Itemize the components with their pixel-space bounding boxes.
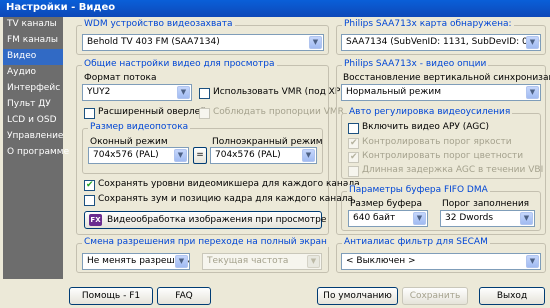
sidebar-item-fm-channels[interactable]: FM каналы [3,33,63,49]
fullscreen-mode-label: Полноэкранный режим [212,137,323,147]
card-select[interactable]: SAA7134 (SubVenID: 1131, SubDevID: 0000)… [341,34,541,51]
agc-enable-checkbox[interactable] [348,123,359,134]
fullscreen-mode-select[interactable]: 704x576 (PAL) ▼ [210,147,317,164]
save-mixer-label: Сохранять уровни видеомикшера для каждог… [98,179,360,189]
window-mode-label: Оконный режим [90,137,168,147]
chevron-down-icon: ▼ [526,86,539,99]
sidebar-item-about[interactable]: О программе [3,145,69,161]
video-processing-label: Видеообработка изображения при просмотре [107,215,327,225]
vsync-value: Нормальный режим [346,87,442,97]
wdm-group-title: WDM устройство видеозахвата [82,19,235,29]
video-processing-icon: FX [89,214,102,226]
extended-overlay-checkbox[interactable] [84,108,95,119]
vbi-delay-label: Длинная задержка AGC в течении VBI [362,165,544,175]
sidebar: TV каналы FM каналы Видео Аудио Интерфей… [3,17,69,279]
equal-sizes-button[interactable]: = [193,147,207,164]
fifo-title: Параметры буфера FIFO DMA [347,185,490,195]
vsync-label: Восстановление вертикальной синхронизаци… [343,73,550,83]
wdm-device-select[interactable]: Behold TV 403 FM (SAA7134) ▼ [82,34,324,51]
stream-format-select[interactable]: YUY2 ▼ [82,84,192,101]
default-button[interactable]: По умолчанию [317,287,398,305]
sidebar-item-remote[interactable]: Пульт ДУ [3,97,63,113]
sidebar-item-video[interactable]: Видео [3,49,63,65]
help-button[interactable]: Помощь - F1 [69,287,153,305]
refresh-rate-value: Текущая частота [207,256,289,266]
chevron-down-icon: ▼ [307,255,320,268]
stream-format-value: YUY2 [87,87,111,97]
chevron-down-icon: ▼ [526,255,539,268]
card-title: Philips SAA713x карта обнаружена: [342,19,514,29]
save-zoom-label: Сохранять зум и позицию кадра для каждог… [98,194,353,204]
vmr-aspect-checkbox[interactable] [199,108,210,119]
brightness-threshold-checkbox[interactable]: ✔ [348,138,359,149]
chevron-down-icon: ▼ [174,149,187,162]
sidebar-item-interface[interactable]: Интерфейс [3,81,63,97]
secam-filter-select[interactable]: < Выключен > ▼ [341,253,541,270]
agc-enable-label: Включить видео АРУ (AGC) [362,122,490,132]
window-mode-select[interactable]: 704x576 (PAL) ▼ [88,147,189,164]
stream-format-label: Формат потока [84,73,157,83]
chevron-down-icon: ▼ [175,255,188,268]
secam-title: Антиалиас фильтр для SECAM [342,237,490,247]
chevron-down-icon: ▼ [302,149,315,162]
window-title: Настройки - Видео [0,0,550,17]
sidebar-item-audio[interactable]: Аудио [3,65,63,81]
save-button[interactable]: Сохранить [402,287,468,305]
chevron-down-icon: ▼ [177,86,190,99]
chevron-down-icon: ▼ [309,36,322,49]
check-icon: ✔ [350,152,358,162]
sidebar-item-tv-channels[interactable]: TV каналы [3,17,63,33]
save-zoom-checkbox[interactable] [84,195,95,206]
agc-title: Авто регулировка видеоусиления [347,107,513,117]
vsync-select[interactable]: Нормальный режим ▼ [341,84,541,101]
equal-sizes-label: = [196,150,204,160]
card-value: SAA7134 (SubVenID: 1131, SubDevID: 0000) [346,37,541,47]
chevron-down-icon: ▼ [526,36,539,49]
stream-size-title: Размер видеопотока [88,122,191,132]
fullscreen-mode-value: 704x576 (PAL) [215,150,281,160]
faq-button[interactable]: FAQ [157,287,211,305]
threshold-select[interactable]: 32 Dwords ▼ [440,210,535,227]
chevron-down-icon: ▼ [413,212,426,225]
threshold-label: Порог заполнения [442,199,530,209]
check-icon: ✔ [86,180,94,190]
save-mixer-checkbox[interactable]: ✔ [84,180,95,191]
check-icon: ✔ [350,138,358,148]
general-settings-title: Общие настройки видео для просмотра [82,59,277,69]
buffer-size-select[interactable]: 640 байт ▼ [348,210,428,227]
buffer-size-label: Размер буфера [350,199,422,209]
resolution-title: Смена разрешения при переходе на полный … [82,237,329,247]
sidebar-item-lcd-osd[interactable]: LCD и OSD [3,113,63,129]
brightness-threshold-label: Контролировать порог яркости [362,137,512,147]
exit-button[interactable]: Выход [479,287,545,305]
color-threshold-label: Контролировать порог цветности [362,151,524,161]
vmr-label: Использовать VMR (под XP) [213,87,344,97]
secam-filter-value: < Выключен > [346,256,416,266]
vbi-delay-checkbox[interactable] [348,166,359,177]
vmr-checkbox[interactable] [199,88,210,99]
threshold-value: 32 Dwords [445,213,494,223]
philips-video-title: Philips SAA713x - видео опции [342,59,489,69]
chevron-down-icon: ▼ [520,212,533,225]
sidebar-item-control[interactable]: Управление [3,129,63,145]
buffer-size-value: 640 байт [353,213,396,223]
resolution-mode-select[interactable]: Не менять разрешение ▼ [82,253,190,270]
color-threshold-checkbox[interactable]: ✔ [348,152,359,163]
window-mode-value: 704x576 (PAL) [93,150,159,160]
video-processing-button[interactable]: FX Видеообработка изображения при просмо… [84,211,326,229]
vmr-aspect-label: Соблюдать пропорции VMR [213,107,344,117]
refresh-rate-select[interactable]: Текущая частота ▼ [202,253,322,270]
wdm-device-value: Behold TV 403 FM (SAA7134) [87,37,220,47]
extended-overlay-label: Расширенный оверлей [98,107,207,117]
